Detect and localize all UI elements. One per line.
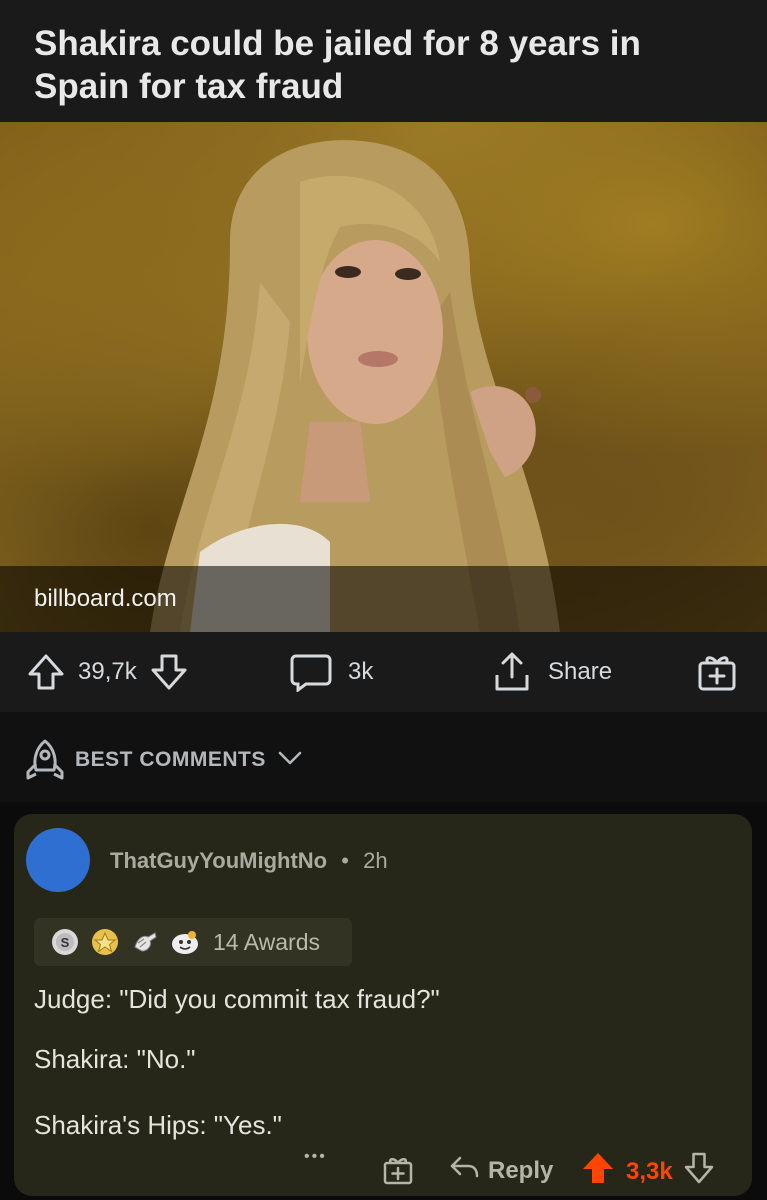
avatar[interactable]	[26, 828, 90, 892]
meta-separator: •	[341, 848, 349, 873]
post-title[interactable]: Shakira could be jailed for 8 years in S…	[34, 22, 734, 108]
comment-line-2: Shakira: "No."	[34, 1044, 196, 1074]
post-actions: 39,7k 3k Share	[0, 632, 767, 712]
share-icon	[492, 651, 532, 693]
comment-time: 2h	[363, 848, 388, 873]
comment-score: 3,3k	[626, 1157, 673, 1185]
post-image[interactable]: billboard.com	[0, 122, 767, 632]
comment-sort[interactable]: BEST COMMENTS	[0, 712, 767, 802]
comment-line-3: Shakira's Hips: "Yes."	[34, 1110, 282, 1140]
comment-meta: ThatGuyYouMightNo • 2h	[110, 848, 388, 874]
more-icon[interactable]: •••	[304, 1148, 327, 1166]
silver-award-icon: S	[50, 927, 80, 957]
comment-icon	[290, 652, 332, 692]
wholesome-award-icon	[170, 927, 200, 957]
award-gift-icon	[696, 651, 738, 693]
chevron-down-icon[interactable]	[278, 750, 302, 771]
comment-vote-group: 3,3k	[580, 1150, 715, 1193]
gold-award-icon	[90, 927, 120, 957]
share-button[interactable]: Share	[492, 632, 612, 712]
link-domain[interactable]: billboard.com	[34, 585, 177, 613]
helpful-award-icon	[130, 927, 160, 957]
downvote-icon[interactable]	[149, 652, 189, 692]
share-label: Share	[548, 658, 613, 685]
awards-bar[interactable]: S 14 Awards	[34, 918, 352, 966]
award-button[interactable]	[696, 632, 738, 712]
link-bar[interactable]: billboard.com	[0, 566, 767, 632]
reply-icon	[448, 1152, 480, 1189]
comments-button[interactable]: 3k	[290, 632, 373, 712]
upvote-icon[interactable]	[26, 652, 66, 692]
comment-author[interactable]: ThatGuyYouMightNo	[110, 848, 327, 873]
comment-count: 3k	[348, 658, 374, 685]
award-gift-icon	[382, 1154, 414, 1193]
vote-group: 39,7k	[26, 632, 189, 712]
sort-label[interactable]: BEST COMMENTS	[75, 748, 266, 772]
downvote-icon[interactable]	[683, 1151, 715, 1192]
reply-label: Reply	[488, 1156, 554, 1184]
reply-button[interactable]: Reply	[448, 1152, 553, 1189]
awards-count: 14 Awards	[213, 929, 320, 955]
svg-text:S: S	[61, 935, 70, 950]
post-card: Shakira could be jailed for 8 years in S…	[0, 0, 767, 712]
comment-line-1: Judge: "Did you commit tax fraud?"	[34, 984, 440, 1014]
upvote-icon[interactable]	[580, 1150, 616, 1193]
comment-card: ThatGuyYouMightNo • 2h S 14 Awards Judge…	[14, 814, 752, 1196]
portrait-illustration	[150, 140, 560, 632]
comment-award-button[interactable]	[382, 1154, 414, 1193]
upvote-count: 39,7k	[78, 658, 137, 685]
rocket-icon	[24, 738, 66, 787]
